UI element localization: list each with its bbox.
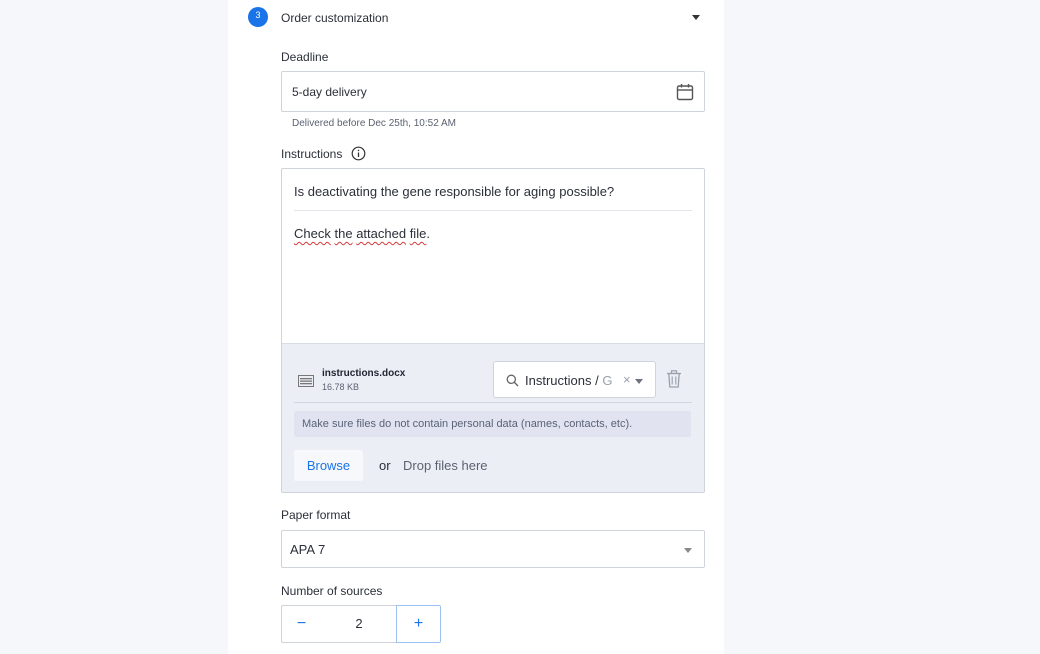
- search-icon: [506, 374, 519, 387]
- deadline-helper-text: Delivered before Dec 25th, 10:52 AM: [292, 118, 456, 129]
- info-icon[interactable]: [351, 146, 366, 161]
- instructions-body-end: .: [426, 226, 430, 241]
- decrement-button[interactable]: −: [281, 605, 321, 643]
- or-separator-text: or: [379, 458, 391, 473]
- order-form-panel: 3 Order customization Deadline 5-day del…: [228, 0, 724, 654]
- instructions-body[interactable]: Check the attached file.: [294, 226, 430, 241]
- document-file-icon: [298, 375, 314, 387]
- drop-files-zone[interactable]: Drop files here: [403, 458, 488, 473]
- instructions-question: Is deactivating the gene responsible for…: [294, 184, 615, 199]
- spell-error-word: the: [334, 226, 353, 241]
- paper-format-value: APA 7: [290, 542, 326, 557]
- instructions-divider: [294, 210, 692, 211]
- order-customization-header[interactable]: 3 Order customization: [248, 7, 704, 29]
- file-category-value: Instructions / G: [525, 373, 613, 388]
- instructions-editor[interactable]: Is deactivating the gene responsible for…: [281, 168, 705, 493]
- file-attachment-area: instructions.docx 16.78 KB Instructions …: [282, 343, 704, 492]
- collapse-caret-icon[interactable]: [692, 15, 700, 20]
- deadline-label: Deadline: [281, 50, 329, 64]
- instructions-label: Instructions: [281, 147, 343, 161]
- attachment-divider: [294, 402, 692, 403]
- increment-button[interactable]: +: [396, 605, 441, 643]
- step-title: Order customization: [281, 11, 389, 25]
- attached-file-name: instructions.docx: [322, 368, 406, 379]
- calendar-icon[interactable]: [676, 83, 694, 101]
- file-category-select[interactable]: Instructions / G ×: [493, 361, 656, 398]
- privacy-notice: Make sure files do not contain personal …: [294, 411, 691, 437]
- clear-category-icon[interactable]: ×: [623, 372, 631, 387]
- number-of-sources-label: Number of sources: [281, 584, 383, 598]
- spell-error-word: file: [409, 226, 427, 241]
- sources-count-value[interactable]: 2: [321, 605, 397, 643]
- chevron-down-icon[interactable]: [684, 548, 692, 553]
- spell-error-word: Check: [294, 226, 331, 241]
- sources-stepper: − 2 +: [281, 605, 441, 643]
- browse-files-button[interactable]: Browse: [294, 450, 363, 481]
- chevron-down-icon[interactable]: [635, 379, 643, 384]
- deadline-picker[interactable]: 5-day delivery: [281, 71, 705, 112]
- spell-error-word: attached: [356, 226, 407, 241]
- paper-format-label: Paper format: [281, 508, 351, 522]
- attached-file-size: 16.78 KB: [322, 382, 360, 392]
- paper-format-select[interactable]: APA 7: [281, 530, 705, 568]
- trash-icon[interactable]: [666, 370, 682, 388]
- deadline-value: 5-day delivery: [292, 85, 367, 99]
- step-number-badge: 3: [248, 7, 268, 27]
